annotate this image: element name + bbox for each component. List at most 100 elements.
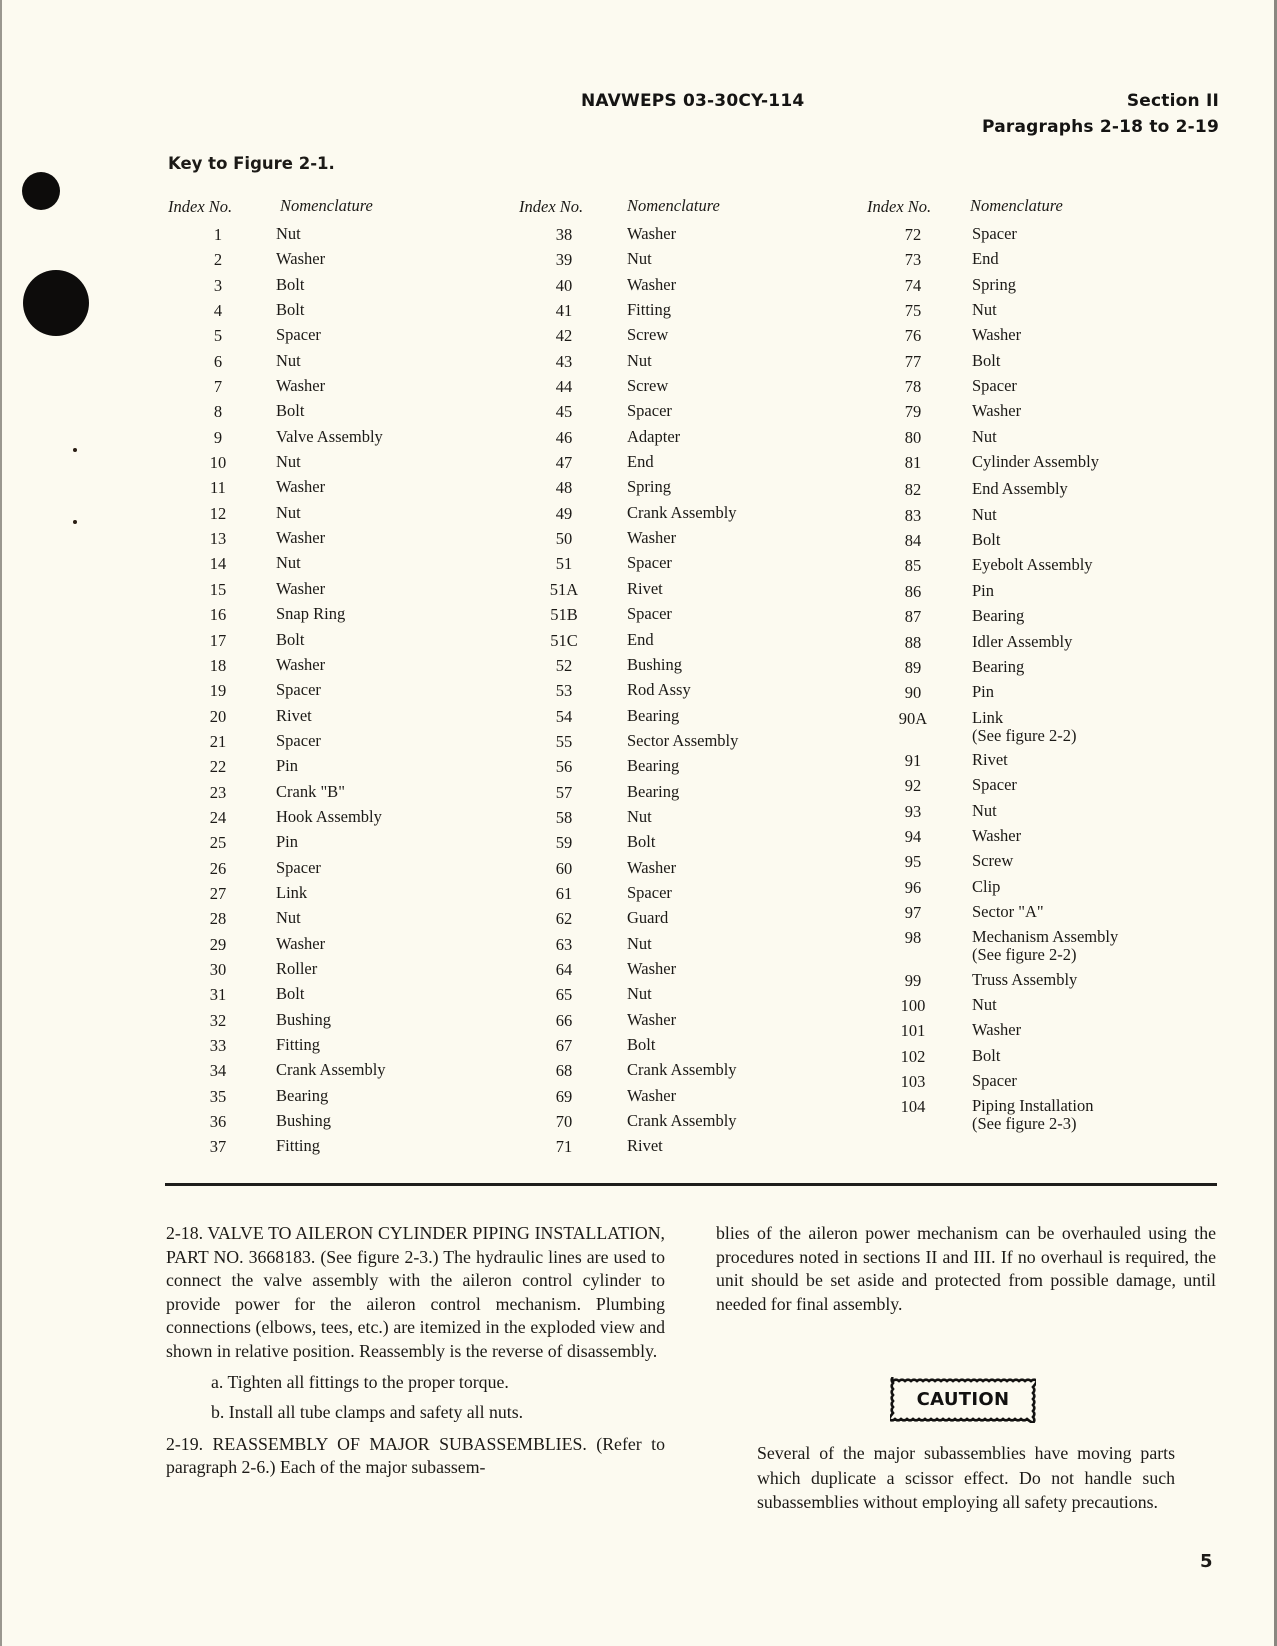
index-number: 49	[555, 503, 573, 523]
figure-reference: (See figure 2-3)	[972, 1114, 1077, 1134]
index-number: 1	[213, 225, 223, 244]
key-row: 65 Nut	[519, 985, 738, 1010]
binder-hole-icon	[22, 172, 60, 210]
nomenclature: Nut	[268, 503, 301, 522]
nomenclature: Washer	[268, 478, 325, 496]
ink-speck	[73, 448, 77, 452]
index-number: 46	[555, 427, 573, 447]
part-name: End	[627, 452, 654, 472]
key-row: 11 Washer	[168, 478, 386, 503]
index-number: 59	[555, 833, 573, 853]
nomenclature: Bolt	[959, 351, 1000, 370]
part-name: Bolt	[276, 629, 305, 649]
nomenclature: End Assembly	[959, 480, 1068, 498]
nomenclature: Nut	[609, 250, 652, 268]
nomenclature: Washer	[609, 858, 676, 877]
part-name: Washer	[276, 578, 326, 598]
part-name: Washer	[276, 528, 326, 548]
nomenclature: Washer	[268, 529, 325, 547]
key-rows: 1 Nut 2 Washer 3 Bolt 4 Bolt 5 Spacer 6 Nut 7 Washer 8…	[168, 225, 386, 1163]
nomenclature: End	[609, 630, 654, 649]
part-name: Rivet	[627, 1136, 663, 1156]
key-row: 19 Spacer	[168, 681, 386, 706]
key-title: Key to Figure 2-1.	[168, 154, 335, 173]
key-row: 45 Spacer	[519, 402, 738, 427]
key-row: 82 End Assembly	[867, 480, 1118, 505]
key-row: 69 Washer	[519, 1086, 738, 1112]
part-name: Rivet	[627, 578, 663, 598]
nomenclature: Fitting	[268, 1137, 320, 1155]
index-number: 6	[213, 351, 223, 371]
nomenclature: Eyebolt Assembly	[959, 556, 1093, 574]
index-header: Index No.	[168, 197, 233, 216]
key-row: 38 Washer	[519, 225, 738, 250]
nomenclature: Cylinder Assembly	[959, 453, 1099, 471]
nomenclature: Nut	[268, 909, 301, 927]
index-number: 5	[213, 326, 223, 346]
index-number: 58	[555, 807, 573, 827]
part-name: Spacer	[276, 730, 321, 750]
part-name: Spacer	[276, 325, 321, 345]
index-number: 98	[904, 928, 922, 948]
nomenclature: Washer	[268, 655, 325, 674]
nomenclature: Screw	[609, 326, 668, 344]
nomenclature: Spacer	[959, 225, 1017, 243]
nomenclature: Rivet	[609, 578, 663, 598]
key-row: 66 Washer	[519, 1009, 738, 1036]
key-row: 12 Nut	[168, 503, 386, 529]
part-name: Cylinder Assembly	[972, 452, 1099, 472]
part-name: Spacer	[972, 224, 1017, 243]
index-number: 102	[900, 1046, 926, 1066]
index-number: 99	[904, 970, 922, 990]
part-name: Washer	[627, 958, 677, 978]
nomenclature: Bolt	[609, 1036, 655, 1054]
nomenclature: Washer	[609, 958, 677, 978]
part-name: Bolt	[276, 401, 305, 421]
nomenclature: Roller	[268, 959, 317, 978]
nomenclature: Spring	[959, 275, 1016, 294]
nomenclature: Sector Assembly	[609, 731, 738, 750]
index-number: 64	[555, 959, 573, 979]
key-row: 7 Washer	[168, 377, 386, 402]
index-number: 82	[904, 480, 922, 500]
index-header: Index No.	[519, 197, 584, 216]
index-number: 87	[904, 607, 922, 627]
key-row: 83 Nut	[867, 505, 1118, 531]
part-name: Screw	[627, 325, 669, 345]
part-name: Link	[276, 882, 308, 902]
index-number: 45	[555, 402, 573, 422]
part-name: Washer	[972, 325, 1022, 345]
index-number: 74	[904, 275, 922, 295]
key-row: 55 Sector Assembly	[519, 731, 739, 757]
index-number: 18	[209, 655, 227, 675]
index-number: 31	[209, 985, 227, 1005]
section-divider	[165, 1183, 1217, 1186]
key-row: 41 Fitting	[519, 301, 738, 326]
document-number: NAVWEPS 03-30CY-114	[581, 91, 805, 111]
key-row: 93 Nut	[867, 801, 1118, 827]
part-name: Washer	[627, 1009, 677, 1029]
part-name: Idler Assembly	[972, 631, 1073, 651]
part-name: Bolt	[276, 300, 305, 320]
index-number: 36	[209, 1112, 227, 1132]
nomenclature: Spacer	[268, 858, 321, 877]
index-number: 32	[209, 1010, 227, 1030]
part-name: Washer	[276, 477, 326, 497]
index-number: 88	[904, 632, 922, 652]
key-row: 15 Washer	[168, 578, 386, 605]
key-row: 61 Spacer	[519, 883, 738, 909]
part-name: Spacer	[972, 376, 1017, 396]
key-row: 63 Nut	[519, 934, 738, 960]
column-header: Index No. Nomenclature	[519, 197, 738, 225]
nomenclature: Washer	[268, 377, 325, 395]
index-number: 53	[555, 681, 573, 701]
part-name: End Assembly	[972, 479, 1068, 499]
key-row: 78 Spacer	[867, 377, 1118, 402]
key-row: 47 End	[519, 453, 738, 478]
key-row: 43 Nut	[519, 351, 738, 377]
nomenclature: Bearing	[609, 706, 679, 725]
key-row: 44 Screw	[519, 377, 738, 402]
index-number: 33	[209, 1036, 227, 1055]
key-row: 25 Pin	[168, 833, 386, 858]
part-name: Bolt	[627, 1035, 656, 1054]
